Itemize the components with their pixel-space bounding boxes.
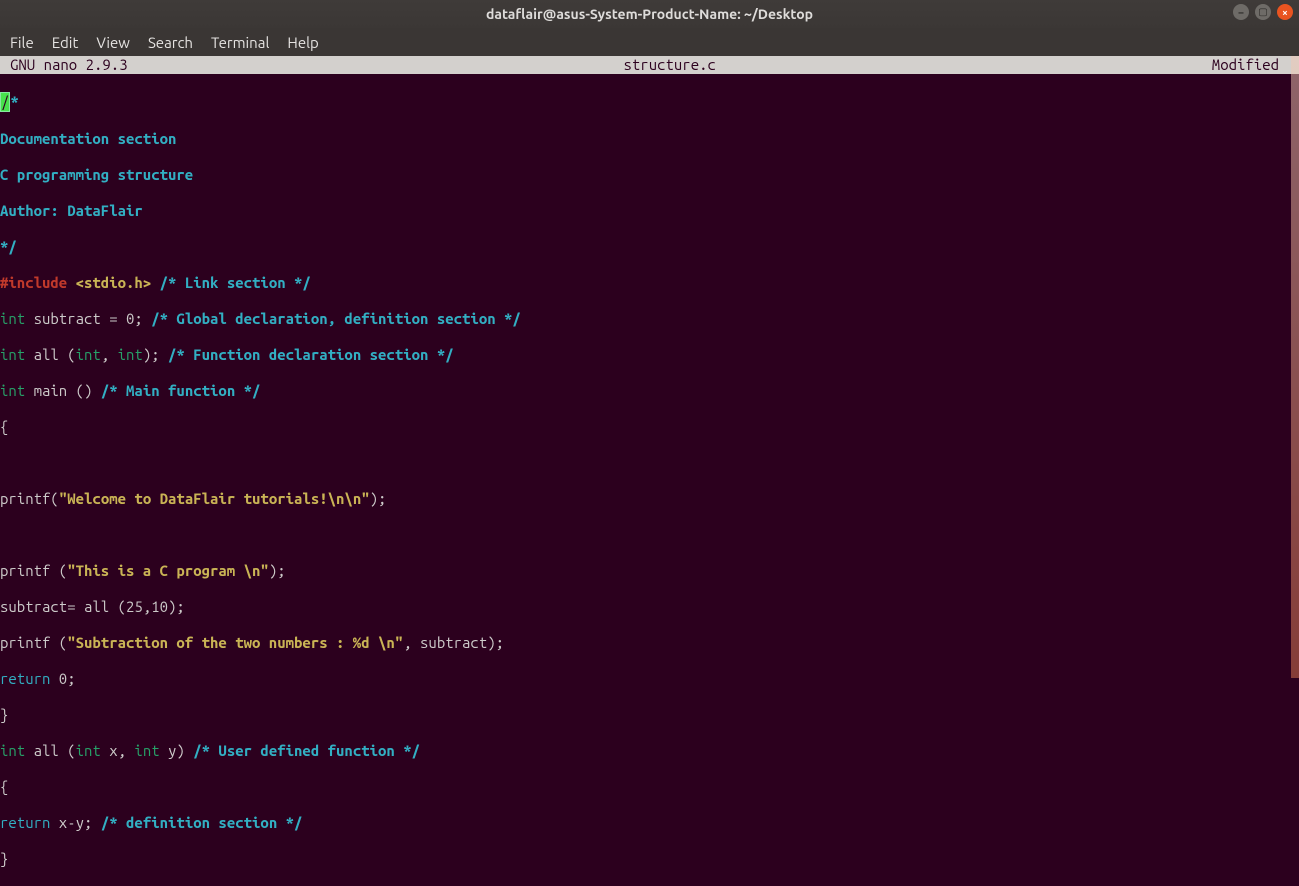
code-line: printf("Welcome to DataFlair tutorials!\…: [0, 490, 1299, 508]
code-line: {: [0, 778, 1299, 796]
code-line: subtract= all (25,10);: [0, 598, 1299, 616]
code-line: C programming structure: [0, 166, 1299, 184]
nano-modified: Modified: [1212, 56, 1299, 74]
window-titlebar: dataflair@asus-System-Product-Name: ~/De…: [0, 0, 1299, 28]
code-line: Documentation section: [0, 130, 1299, 148]
menu-search[interactable]: Search: [148, 34, 193, 51]
window-title: dataflair@asus-System-Product-Name: ~/De…: [486, 6, 813, 22]
code-line: /*: [0, 92, 1299, 112]
window-buttons: – ▢ ×: [1233, 4, 1293, 20]
code-line: printf ("This is a C program \n");: [0, 562, 1299, 580]
maximize-button[interactable]: ▢: [1255, 4, 1271, 20]
menu-edit[interactable]: Edit: [52, 34, 79, 51]
code-line: int main () /* Main function */: [0, 382, 1299, 400]
minimize-button[interactable]: –: [1233, 4, 1249, 20]
nano-version: GNU nano 2.9.3: [0, 56, 128, 74]
code-line: }: [0, 706, 1299, 724]
text-cursor: /: [0, 92, 10, 112]
code-line: }: [0, 850, 1299, 868]
code-line: int all (int, int); /* Function declarat…: [0, 346, 1299, 364]
code-line: {: [0, 418, 1299, 436]
menu-terminal[interactable]: Terminal: [211, 34, 269, 51]
menubar: File Edit View Search Terminal Help: [0, 28, 1299, 56]
code-line: [0, 526, 1299, 544]
code-line: int all (int x, int y) /* User defined f…: [0, 742, 1299, 760]
code-line: [0, 454, 1299, 472]
code-line: return x-y; /* definition section */: [0, 814, 1299, 832]
editor-area[interactable]: /* Documentation section C programming s…: [0, 74, 1299, 886]
code-line: */: [0, 238, 1299, 256]
menu-view[interactable]: View: [96, 34, 130, 51]
code-line: printf ("Subtraction of the two numbers …: [0, 634, 1299, 652]
menu-file[interactable]: File: [10, 34, 34, 51]
code-line: return 0;: [0, 670, 1299, 688]
close-button[interactable]: ×: [1277, 4, 1293, 20]
menu-help[interactable]: Help: [287, 34, 318, 51]
scrollbar[interactable]: [1291, 56, 1299, 678]
nano-filename: structure.c: [128, 56, 1212, 74]
code-line: Author: DataFlair: [0, 202, 1299, 220]
nano-statusbar: GNU nano 2.9.3 structure.c Modified: [0, 56, 1299, 74]
code-line: #include <stdio.h> /* Link section */: [0, 274, 1299, 292]
code-line: int subtract = 0; /* Global declaration,…: [0, 310, 1299, 328]
